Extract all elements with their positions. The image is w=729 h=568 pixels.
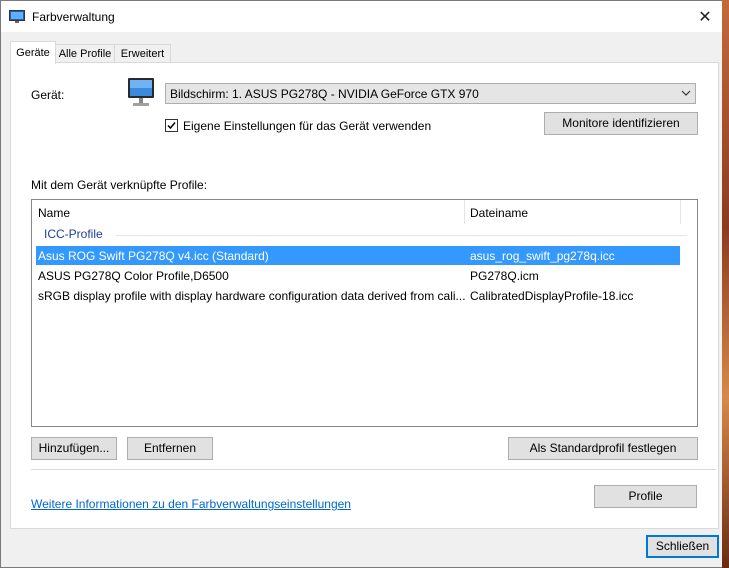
tab-all-profiles[interactable]: Alle Profile <box>55 44 115 63</box>
column-divider[interactable] <box>464 200 465 224</box>
identify-monitors-button[interactable]: Monitore identifizieren <box>544 112 698 135</box>
profile-list[interactable]: Name Dateiname ICC-Profile Asus ROG Swif… <box>31 199 698 427</box>
monitor-icon <box>128 78 154 106</box>
list-header: Name Dateiname <box>32 200 697 224</box>
group-header[interactable]: ICC-Profile <box>32 226 697 244</box>
desktop-background <box>722 0 729 568</box>
column-header-filename[interactable]: Dateiname <box>470 206 528 220</box>
add-profile-button[interactable]: Hinzufügen... <box>31 437 117 460</box>
tab-advanced[interactable]: Erweitert <box>114 44 171 63</box>
profile-name: Asus ROG Swift PG278Q v4.icc (Standard) <box>38 249 269 263</box>
set-default-profile-button[interactable]: Als Standardprofil festlegen <box>508 437 698 460</box>
device-label: Gerät: <box>31 88 65 102</box>
window-title: Farbverwaltung <box>32 10 115 24</box>
remove-profile-button[interactable]: Entfernen <box>127 437 213 460</box>
profiles-button[interactable]: Profile <box>594 485 697 508</box>
color-management-window: Farbverwaltung ✕ Geräte Alle Profile Erw… <box>0 0 729 568</box>
title-bar[interactable]: Farbverwaltung ✕ <box>1 1 728 32</box>
own-settings-label[interactable]: Eigene Einstellungen für das Gerät verwe… <box>183 119 431 133</box>
column-divider[interactable] <box>680 200 681 224</box>
linked-profiles-label: Mit dem Gerät verknüpfte Profile: <box>31 178 208 192</box>
profile-filename: asus_rog_swift_pg278q.icc <box>470 249 615 263</box>
checkmark-icon <box>167 122 176 130</box>
table-row[interactable]: sRGB display profile with display hardwa… <box>36 286 680 305</box>
more-info-link[interactable]: Weitere Informationen zu den Farbverwalt… <box>31 497 351 511</box>
group-label: ICC-Profile <box>44 227 103 241</box>
table-row[interactable]: Asus ROG Swift PG278Q v4.icc (Standard) … <box>36 246 680 265</box>
device-select[interactable]: Bildschirm: 1. ASUS PG278Q - NVIDIA GeFo… <box>165 83 696 104</box>
devices-panel: Gerät: Bildschirm: 1. ASUS PG278Q - NVID… <box>10 62 719 529</box>
close-icon: ✕ <box>698 8 712 26</box>
table-row[interactable]: ASUS PG278Q Color Profile,D6500 PG278Q.i… <box>36 266 680 285</box>
profile-filename: PG278Q.icm <box>470 269 539 283</box>
profile-name: ASUS PG278Q Color Profile,D6500 <box>38 269 229 283</box>
column-header-name[interactable]: Name <box>38 206 70 220</box>
own-settings-checkbox[interactable] <box>165 119 178 132</box>
separator <box>31 469 716 470</box>
tab-devices[interactable]: Geräte <box>10 41 56 64</box>
color-management-icon <box>9 10 25 23</box>
group-divider <box>116 235 687 236</box>
device-select-value: Bildschirm: 1. ASUS PG278Q - NVIDIA GeFo… <box>170 87 479 101</box>
close-button[interactable]: Schließen <box>646 535 719 558</box>
profile-filename: CalibratedDisplayProfile-18.icc <box>470 289 634 303</box>
profile-name: sRGB display profile with display hardwa… <box>38 289 466 303</box>
chevron-down-icon <box>681 90 691 96</box>
